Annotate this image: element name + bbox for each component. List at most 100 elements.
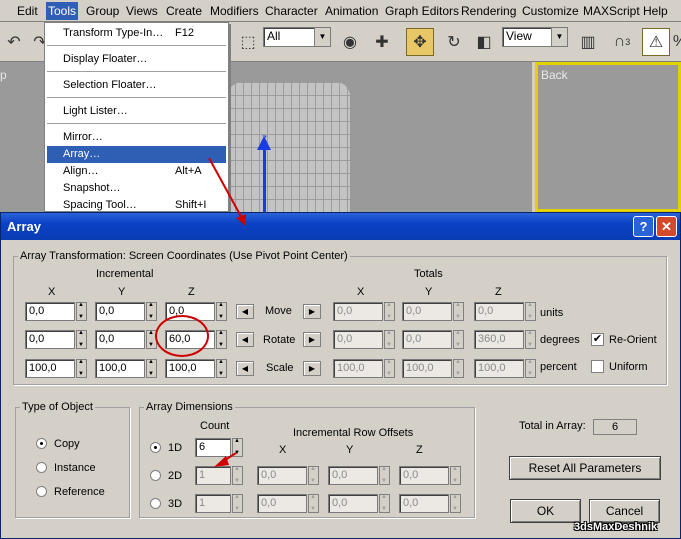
menu-animation[interactable]: Animation bbox=[325, 3, 378, 19]
spinner-arrows[interactable] bbox=[308, 494, 319, 513]
move-inc-x[interactable]: 0,0 bbox=[25, 302, 87, 321]
spinner-arrows[interactable] bbox=[216, 359, 227, 378]
menu-edit[interactable]: Edit bbox=[17, 3, 38, 19]
scale-tot-y[interactable]: 100,0 bbox=[402, 359, 464, 378]
rotate-tot-z[interactable]: 360,0 bbox=[474, 330, 536, 349]
spinner-field[interactable]: 1 bbox=[195, 466, 231, 485]
spinner-arrows[interactable] bbox=[308, 466, 319, 485]
help-button[interactable]: ? bbox=[633, 216, 654, 237]
menu-maxscript[interactable]: MAXScript bbox=[583, 3, 640, 19]
uniform-checkbox[interactable] bbox=[591, 360, 604, 373]
spinner-arrows[interactable] bbox=[146, 359, 157, 378]
menu-tools[interactable]: Tools bbox=[46, 2, 79, 20]
scale-inc-y[interactable]: 100,0 bbox=[95, 359, 157, 378]
spinner-field[interactable]: 1 bbox=[195, 494, 231, 513]
spinner-field[interactable]: 100,0 bbox=[402, 359, 452, 378]
scale-left-arrow-button[interactable]: ◀ bbox=[236, 361, 254, 376]
menu-array[interactable]: Array… bbox=[47, 146, 226, 163]
spinner-field[interactable]: 100,0 bbox=[165, 359, 215, 378]
spinner-arrows[interactable] bbox=[146, 302, 157, 321]
dim-3d-radio[interactable] bbox=[150, 498, 161, 509]
menu-snapshot[interactable]: Snapshot… bbox=[47, 180, 226, 197]
move-tot-y[interactable]: 0,0 bbox=[402, 302, 464, 321]
spinner-arrows[interactable] bbox=[76, 330, 87, 349]
spinner-field[interactable]: 100,0 bbox=[474, 359, 524, 378]
scale-inc-x[interactable]: 100,0 bbox=[25, 359, 87, 378]
offset-2d-y[interactable]: 0,0 bbox=[328, 466, 390, 485]
move-tot-x[interactable]: 0,0 bbox=[333, 302, 395, 321]
spinner-arrows[interactable] bbox=[453, 330, 464, 349]
menu-display-floater[interactable]: Display Floater… bbox=[47, 51, 226, 68]
menu-create[interactable]: Create bbox=[166, 3, 202, 19]
count-2d-spinner[interactable]: 1 bbox=[195, 466, 243, 485]
menu-selection-floater[interactable]: Selection Floater… bbox=[47, 77, 226, 94]
spinner-arrows[interactable] bbox=[453, 359, 464, 378]
viewport-back[interactable]: Back bbox=[535, 62, 681, 212]
spinner-field[interactable]: 100,0 bbox=[95, 359, 145, 378]
spinner-arrows[interactable] bbox=[379, 466, 390, 485]
menu-light-lister[interactable]: Light Lister… bbox=[47, 103, 226, 120]
undo-icon[interactable]: ↶ bbox=[0, 28, 28, 56]
spinner-field[interactable]: 0,0 bbox=[328, 466, 378, 485]
menu-modifiers[interactable]: Modifiers bbox=[210, 3, 259, 19]
spinner-field[interactable]: 0,0 bbox=[95, 302, 145, 321]
dim-1d-radio[interactable] bbox=[150, 442, 161, 453]
spinner-field[interactable]: 360,0 bbox=[474, 330, 524, 349]
move-inc-y[interactable]: 0,0 bbox=[95, 302, 157, 321]
spinner-arrows[interactable] bbox=[232, 466, 243, 485]
menu-views[interactable]: Views bbox=[126, 3, 158, 19]
spinner-arrows[interactable] bbox=[525, 359, 536, 378]
spinner-field[interactable]: 100,0 bbox=[333, 359, 383, 378]
re-orient-checkbox[interactable]: ✔ bbox=[591, 333, 604, 346]
spinner-arrows[interactable] bbox=[379, 494, 390, 513]
spinner-field[interactable]: 0,0 bbox=[25, 302, 75, 321]
spinner-arrows[interactable] bbox=[76, 302, 87, 321]
scale-right-arrow-button[interactable]: ▶ bbox=[303, 361, 321, 376]
offset-2d-z[interactable]: 0,0 bbox=[399, 466, 461, 485]
scale-tot-x[interactable]: 100,0 bbox=[333, 359, 395, 378]
close-button[interactable]: ✕ bbox=[656, 216, 677, 237]
menu-transform-type-in[interactable]: Transform Type-In… F12 bbox=[47, 25, 226, 42]
spinner-field[interactable]: 6 bbox=[195, 438, 231, 457]
spinner-field[interactable]: 0,0 bbox=[474, 302, 524, 321]
spinner-arrows[interactable] bbox=[232, 438, 243, 457]
reference-coord-dropdown[interactable]: View ▼ bbox=[502, 27, 568, 47]
cancel-button[interactable]: Cancel bbox=[589, 499, 660, 523]
spinner-arrows[interactable] bbox=[525, 330, 536, 349]
rotate-inc-y[interactable]: 0,0 bbox=[95, 330, 157, 349]
offset-3d-z[interactable]: 0,0 bbox=[399, 494, 461, 513]
instance-radio[interactable] bbox=[36, 462, 47, 473]
offset-3d-y[interactable]: 0,0 bbox=[328, 494, 390, 513]
spinner-field[interactable]: 0,0 bbox=[25, 330, 75, 349]
spinner-arrows[interactable] bbox=[450, 466, 461, 485]
select-link-icon[interactable]: ✚ bbox=[368, 28, 396, 56]
copy-radio[interactable] bbox=[36, 438, 47, 449]
spinner-field[interactable]: 0,0 bbox=[399, 466, 449, 485]
spinner-field[interactable]: 0,0 bbox=[333, 302, 383, 321]
move-tot-z[interactable]: 0,0 bbox=[474, 302, 536, 321]
dim-2d-radio[interactable] bbox=[150, 470, 161, 481]
spinner-arrows[interactable] bbox=[525, 302, 536, 321]
spinner-arrows[interactable] bbox=[216, 330, 227, 349]
menu-align[interactable]: Align… Alt+A bbox=[47, 163, 226, 180]
spinner-arrows[interactable] bbox=[76, 359, 87, 378]
percent-snap-icon[interactable]: % bbox=[666, 28, 681, 56]
pivot-center-icon[interactable]: ▥ bbox=[574, 28, 602, 56]
select-by-name-icon[interactable]: ◉ bbox=[336, 28, 364, 56]
menu-mirror[interactable]: Mirror… bbox=[47, 129, 226, 146]
spinner-field[interactable]: 0,0 bbox=[95, 330, 145, 349]
spinner-field[interactable]: 0,0 bbox=[257, 494, 307, 513]
menu-group[interactable]: Group bbox=[86, 3, 119, 19]
offset-3d-x[interactable]: 0,0 bbox=[257, 494, 319, 513]
rotate-inc-x[interactable]: 0,0 bbox=[25, 330, 87, 349]
spinner-arrows[interactable] bbox=[384, 359, 395, 378]
region-select-icon[interactable]: ⬚ bbox=[234, 28, 262, 56]
rotate-tot-x[interactable]: 0,0 bbox=[333, 330, 395, 349]
spinner-field[interactable]: 0,0 bbox=[333, 330, 383, 349]
spinner-field[interactable]: 0,0 bbox=[257, 466, 307, 485]
reference-radio[interactable] bbox=[36, 486, 47, 497]
select-and-move-icon[interactable]: ✥ bbox=[406, 28, 434, 56]
rotate-tot-y[interactable]: 0,0 bbox=[402, 330, 464, 349]
menu-rendering[interactable]: Rendering bbox=[461, 3, 516, 19]
select-and-rotate-icon[interactable]: ↻ bbox=[440, 28, 468, 56]
